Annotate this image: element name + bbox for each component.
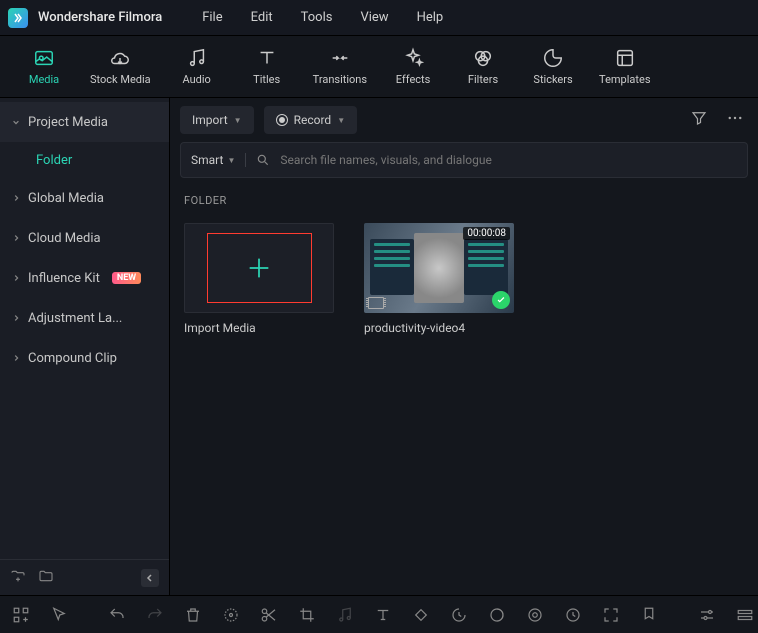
duration-badge: 00:00:08 [463, 227, 510, 240]
folder-icon[interactable] [38, 568, 54, 588]
sidebar-item-global-media[interactable]: Global Media [0, 178, 169, 218]
expand-icon[interactable] [602, 605, 620, 625]
menu-bar: File Edit Tools View Help [202, 10, 443, 25]
checkmark-icon [492, 291, 510, 309]
search-icon [256, 153, 270, 167]
ribbon-tabs: Media Stock Media Audio Titles Transitio… [0, 36, 758, 98]
crop-icon[interactable] [298, 605, 316, 625]
media-card[interactable]: 00:00:08 productivity-video4 [364, 223, 514, 335]
new-badge: NEW [112, 272, 141, 284]
text-tool-icon[interactable] [374, 605, 392, 625]
menu-view[interactable]: View [360, 10, 388, 25]
audio-beat-icon[interactable] [336, 605, 354, 625]
chevron-right-icon [12, 234, 20, 242]
sparkle-icon [402, 47, 424, 69]
sidebar-item-cloud-media[interactable]: Cloud Media [0, 218, 169, 258]
search-bar[interactable]: Smart▼ [180, 142, 748, 178]
import-thumbnail[interactable] [184, 223, 334, 313]
media-icon [33, 47, 55, 69]
collapse-sidebar-button[interactable] [141, 569, 159, 587]
tab-titles[interactable]: Titles [243, 47, 291, 86]
music-note-icon [186, 47, 208, 69]
menu-tools[interactable]: Tools [301, 10, 333, 25]
timeline-toolbar [0, 595, 758, 633]
templates-icon [614, 47, 636, 69]
speed-icon[interactable] [564, 605, 582, 625]
sidebar-footer [0, 559, 169, 595]
chevron-right-icon [12, 274, 20, 282]
text-icon [256, 47, 278, 69]
redo-icon[interactable] [146, 605, 164, 625]
chevron-right-icon [12, 314, 20, 322]
sidebar-item-compound-clip[interactable]: Compound Clip [0, 338, 169, 378]
section-heading: FOLDER [170, 186, 758, 215]
tab-filters[interactable]: Filters [459, 47, 507, 86]
chevron-down-icon: ▼ [227, 156, 235, 165]
sidebar-item-project-media[interactable]: Project Media [0, 102, 169, 142]
ai-tool-icon[interactable] [222, 605, 240, 625]
media-grid: Import Media 00:00:08 productivity-video… [170, 215, 758, 343]
tab-media[interactable]: Media [20, 47, 68, 86]
card-label: productivity-video4 [364, 321, 514, 335]
cloud-download-icon [109, 47, 131, 69]
keyframe-icon[interactable] [412, 605, 430, 625]
menu-help[interactable]: Help [417, 10, 444, 25]
tab-transitions[interactable]: Transitions [313, 47, 367, 86]
sliders-icon[interactable] [698, 605, 716, 625]
chevron-down-icon: ▼ [234, 116, 242, 125]
chevron-left-icon [145, 573, 155, 583]
tab-stock-media[interactable]: Stock Media [90, 47, 151, 86]
split-icon[interactable] [260, 605, 278, 625]
tab-stickers[interactable]: Stickers [529, 47, 577, 86]
smart-dropdown[interactable]: Smart▼ [191, 153, 246, 167]
transitions-icon [329, 47, 351, 69]
card-label: Import Media [184, 321, 334, 335]
marker-icon[interactable] [640, 605, 658, 625]
record-button[interactable]: Record▼ [264, 106, 358, 134]
main-toolbar: Import▼ Record▼ [170, 98, 758, 142]
sidebar-item-influence-kit[interactable]: Influence Kit NEW [0, 258, 169, 298]
sticker-icon [542, 47, 564, 69]
menu-edit[interactable]: Edit [251, 10, 273, 25]
new-folder-icon[interactable] [10, 568, 26, 588]
sidebar: Project Media Folder Global Media Cloud … [0, 98, 170, 595]
grid-add-icon[interactable] [12, 605, 30, 625]
more-options-icon[interactable] [722, 105, 748, 135]
sidebar-item-adjustment-layer[interactable]: Adjustment La... [0, 298, 169, 338]
tab-audio[interactable]: Audio [173, 47, 221, 86]
record-dot-icon [276, 114, 288, 126]
video-thumbnail[interactable]: 00:00:08 [364, 223, 514, 313]
undo-icon[interactable] [108, 605, 126, 625]
tab-effects[interactable]: Effects [389, 47, 437, 86]
speed-down-icon[interactable] [450, 605, 468, 625]
chevron-right-icon [12, 194, 20, 202]
adjust-icon[interactable] [526, 605, 544, 625]
import-media-card[interactable]: Import Media [184, 223, 334, 335]
delete-icon[interactable] [184, 605, 202, 625]
search-input[interactable] [280, 153, 737, 167]
import-button[interactable]: Import▼ [180, 106, 254, 134]
cursor-icon[interactable] [50, 605, 68, 625]
color-icon[interactable] [488, 605, 506, 625]
title-bar: Wondershare Filmora File Edit Tools View… [0, 0, 758, 36]
app-logo [8, 8, 28, 28]
app-title: Wondershare Filmora [38, 10, 162, 25]
menu-file[interactable]: File [202, 10, 222, 25]
filmstrip-icon [368, 297, 384, 309]
sidebar-sub-folder[interactable]: Folder [0, 142, 169, 178]
chevron-down-icon [12, 118, 20, 126]
chevron-down-icon: ▼ [337, 116, 345, 125]
plus-icon [245, 254, 273, 282]
main-panel: Import▼ Record▼ Smart▼ FOLDER Import Med… [170, 98, 758, 595]
filters-icon [472, 47, 494, 69]
chevron-right-icon [12, 354, 20, 362]
tab-templates[interactable]: Templates [599, 47, 650, 86]
filter-icon[interactable] [686, 105, 712, 135]
track-icon[interactable] [736, 605, 754, 625]
